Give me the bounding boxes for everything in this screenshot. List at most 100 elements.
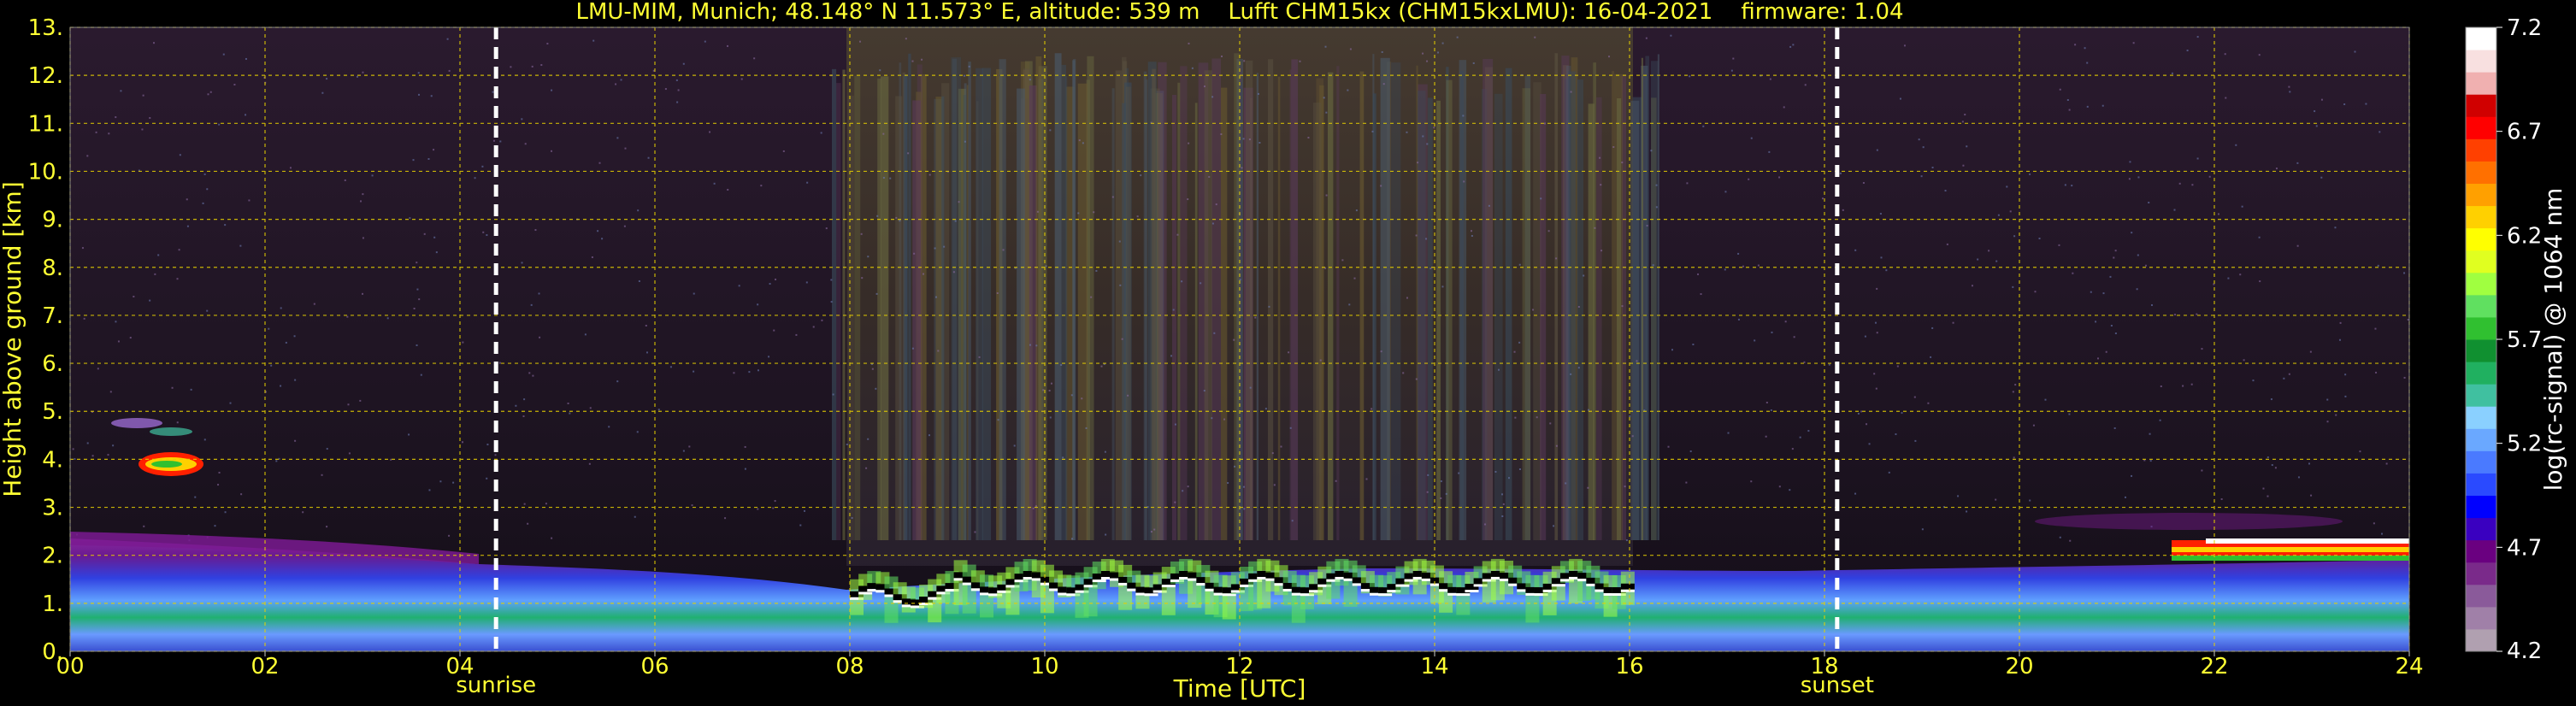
noise-speckle — [418, 298, 421, 301]
noise-speckle — [439, 480, 442, 483]
noise-speckle — [420, 374, 422, 376]
noise-speckle — [81, 247, 84, 250]
noise-speckle — [1671, 349, 1673, 351]
noise-speckle — [510, 66, 512, 68]
noise-speckle — [2132, 42, 2135, 44]
noise-speckle — [2159, 419, 2161, 421]
colorbar-swatch — [2466, 339, 2496, 362]
noise-speckle — [2354, 50, 2356, 53]
noise-speckle — [1422, 135, 1424, 138]
noise-speckle — [1243, 60, 1246, 62]
noise-speckle — [2068, 109, 2071, 111]
colorbar-swatch — [2466, 183, 2496, 207]
y-tick-label: 4. — [42, 447, 63, 473]
y-tick-label: 13. — [28, 15, 63, 41]
noise-speckle — [2105, 350, 2107, 353]
noise-column — [1277, 76, 1281, 540]
colorbar-tick-label: 4.2 — [2507, 638, 2542, 664]
noise-speckle — [386, 317, 389, 320]
y-tick-label: 11. — [28, 111, 63, 137]
noise-column — [880, 76, 889, 540]
noise-speckle — [1624, 485, 1626, 488]
noise-speckle — [851, 516, 853, 519]
y-tick-label: 2. — [42, 544, 63, 569]
noise-speckle — [1220, 133, 1223, 136]
noise-speckle — [859, 40, 862, 43]
noise-speckle — [954, 220, 957, 222]
noise-column — [1267, 59, 1274, 541]
noise-speckle — [2064, 184, 2066, 186]
noise-speckle — [2258, 54, 2261, 56]
noise-speckle — [1035, 344, 1038, 347]
x-axis-label: Time [UTC] — [1173, 674, 1306, 703]
y-tick-label: 7. — [42, 303, 63, 329]
noise-speckle — [861, 277, 864, 279]
noise-speckle — [1667, 445, 1670, 448]
noise-speckle — [1995, 498, 1997, 501]
y-tick-labels: 0. 1. 2. 3. 4. 5. 6. 7. 8. 9. 10. 11. 12. 13. — [28, 15, 63, 665]
noise-speckle — [1188, 42, 1190, 44]
noise-speckle — [768, 356, 770, 358]
noise-column — [1483, 58, 1494, 540]
noise-speckle — [435, 251, 438, 254]
noise-speckle — [1105, 533, 1107, 536]
y-tick-label: 1. — [42, 591, 63, 617]
colorbar-label: log(rc-signal) @ 1064 nm — [2539, 188, 2567, 491]
noise-speckle — [2258, 236, 2261, 238]
noise-speckle — [1347, 89, 1349, 91]
noise-speckle — [115, 321, 117, 323]
noise-speckle — [1931, 166, 1934, 168]
noise-speckle — [1371, 408, 1373, 410]
noise-speckle — [1599, 156, 1601, 159]
noise-speckle — [2173, 209, 2176, 211]
noise-speckle — [1273, 484, 1276, 486]
noise-speckle — [1213, 332, 1216, 334]
noise-speckle — [534, 229, 537, 232]
colorbar-swatch — [2466, 294, 2496, 318]
noise-speckle — [860, 232, 863, 235]
noise-speckle — [2149, 460, 2152, 462]
noise-speckle — [157, 254, 160, 256]
noise-speckle — [1319, 359, 1322, 362]
noise-speckle — [2171, 72, 2173, 74]
noise-column — [1641, 57, 1643, 541]
noise-speckle — [176, 421, 179, 424]
noise-speckle — [2102, 292, 2105, 295]
noise-speckle — [206, 188, 209, 191]
noise-speckle — [1875, 387, 1877, 390]
noise-speckle — [2032, 424, 2035, 427]
noise-speckle — [1621, 305, 1624, 308]
noise-speckle — [1264, 408, 1267, 410]
noise-speckle — [486, 477, 488, 479]
noise-speckle — [1484, 523, 1487, 526]
noise-speckle — [846, 444, 848, 446]
noise-speckle — [1927, 402, 1930, 404]
noise-speckle — [1697, 273, 1700, 275]
noise-speckle — [1771, 331, 1773, 333]
noise-speckle — [2283, 377, 2285, 379]
colorbar-tick-label: 5.2 — [2507, 432, 2542, 457]
noise-speckle — [1472, 62, 1475, 64]
noise-speckle — [913, 252, 916, 255]
noise-speckle — [1082, 142, 1084, 144]
noise-column — [1494, 93, 1503, 540]
noise-speckle — [2201, 469, 2203, 472]
noise-speckle — [1854, 249, 1857, 251]
noise-column — [976, 68, 983, 541]
noise-speckle — [2044, 398, 2047, 401]
noise-speckle — [1737, 252, 1740, 255]
noise-speckle — [812, 326, 815, 328]
noise-speckle — [1325, 194, 1328, 197]
noise-speckle — [2224, 53, 2226, 56]
noise-speckle — [876, 215, 879, 217]
noise-column — [1256, 73, 1259, 541]
noise-speckle — [1211, 417, 1213, 420]
colorbar-swatch — [2466, 227, 2496, 251]
noise-speckle — [1501, 493, 1504, 496]
noise-speckle — [1866, 423, 1868, 426]
y-tick-label: 9. — [42, 208, 63, 233]
noise-speckle — [499, 140, 502, 143]
noise-speckle — [1621, 162, 1624, 164]
noise-column — [903, 74, 908, 541]
noise-speckle — [2288, 85, 2290, 88]
